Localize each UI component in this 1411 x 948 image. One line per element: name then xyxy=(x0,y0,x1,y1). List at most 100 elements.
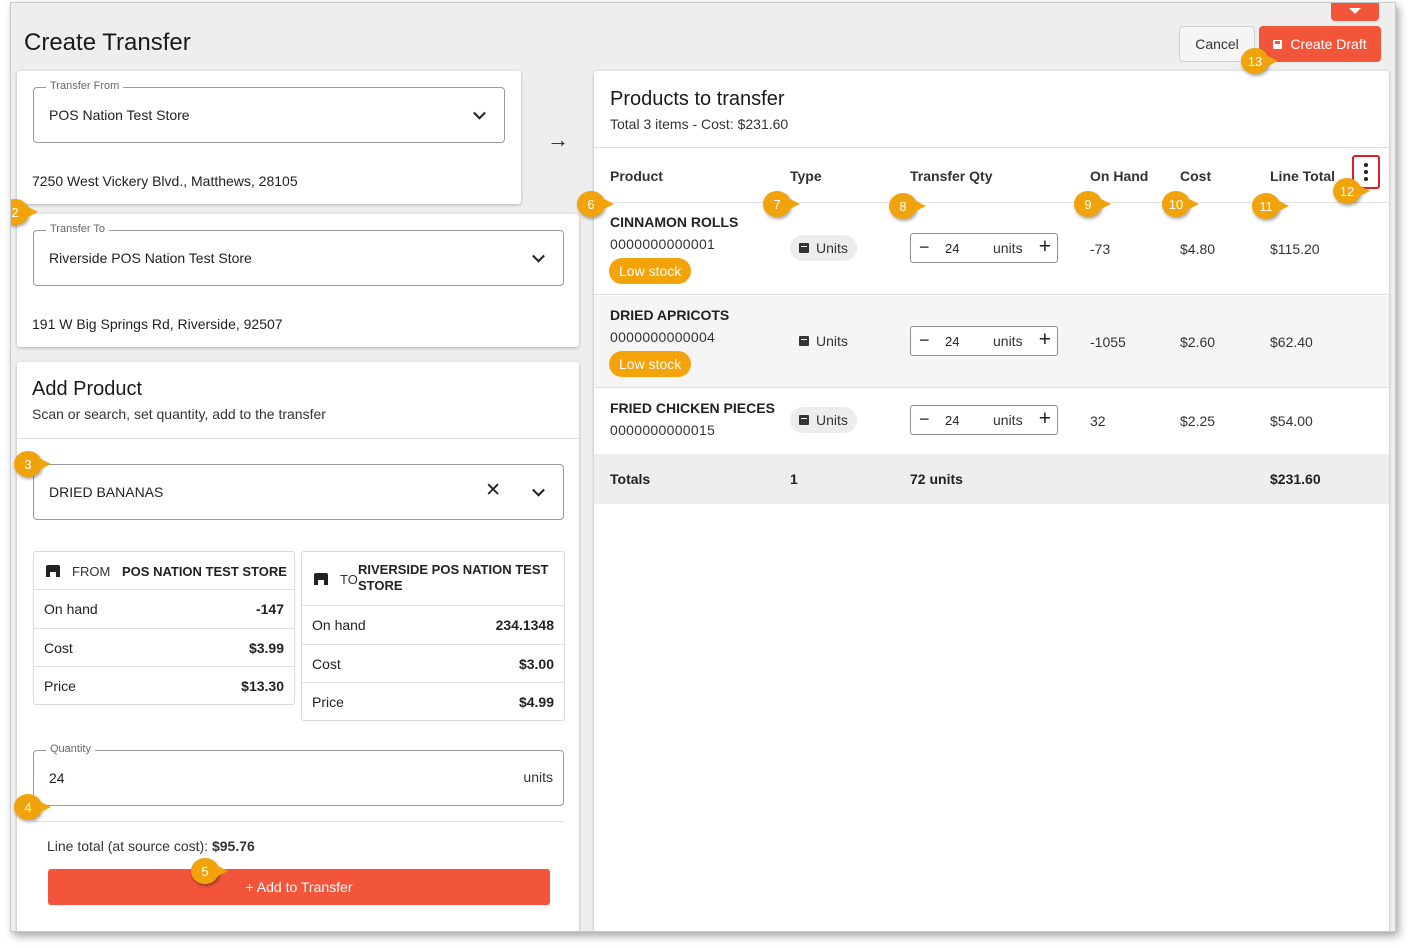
type-label: Units xyxy=(816,333,848,349)
to-direction-label: TO xyxy=(340,572,358,587)
to-onhand-row: On hand 234.1348 xyxy=(302,606,564,644)
chevron-down-icon[interactable] xyxy=(532,483,545,497)
plus-icon[interactable]: + xyxy=(1039,407,1051,431)
stat-label: Price xyxy=(44,677,76,694)
quantity-value: 24 xyxy=(49,770,65,786)
clear-icon[interactable]: ✕ xyxy=(485,479,501,502)
stat-label: Cost xyxy=(44,639,73,656)
table-row[interactable]: DRIED APRICOTS 0000000000004 Low stock U… xyxy=(594,296,1389,388)
save-icon xyxy=(1273,39,1283,49)
product-name: FRIED CHICKEN PIECES xyxy=(610,400,775,416)
add-product-subtitle: Scan or search, set quantity, add to the… xyxy=(32,406,326,422)
cost-value: $2.25 xyxy=(1180,413,1216,429)
stat-label: On hand xyxy=(312,617,366,633)
plus-icon[interactable]: + xyxy=(1039,235,1051,259)
minus-icon[interactable]: − xyxy=(919,409,930,430)
transfer-from-label: Transfer From xyxy=(46,80,124,92)
add-product-title: Add Product xyxy=(32,378,143,400)
table-row[interactable]: FRIED CHICKEN PIECES 0000000000015 Units… xyxy=(594,389,1389,453)
dot xyxy=(1364,177,1368,181)
quantity-unit: units xyxy=(523,769,553,785)
products-title: Products to transfer xyxy=(610,88,785,110)
column-header-line-total[interactable]: Line Total xyxy=(1270,168,1335,184)
to-cost-row: Cost $3.00 xyxy=(302,644,564,682)
add-to-transfer-button[interactable]: + Add to Transfer xyxy=(48,869,550,905)
callout-10: 10 xyxy=(1162,191,1190,217)
product-sku: 0000000000001 xyxy=(610,236,716,252)
type-chip: Units xyxy=(790,235,857,261)
callout-13: 13 xyxy=(1241,48,1269,74)
quantity-stepper[interactable]: − 24 units + xyxy=(910,326,1058,356)
transfer-from-value: POS Nation Test Store xyxy=(49,107,190,123)
low-stock-badge: Low stock xyxy=(609,351,692,377)
quantity-label: Quantity xyxy=(46,743,95,755)
transfer-to-select[interactable]: Transfer To Riverside POS Nation Test St… xyxy=(33,223,564,286)
add-product-card: Add Product Scan or search, set quantity… xyxy=(17,362,579,931)
stat-label: Cost xyxy=(312,655,341,672)
qty-unit: units xyxy=(993,333,1023,349)
column-header-type[interactable]: Type xyxy=(790,168,822,184)
top-dropdown-button[interactable] xyxy=(1331,3,1379,21)
from-direction-label: FROM xyxy=(72,564,111,579)
arrow-right-icon: → xyxy=(547,127,569,152)
totals-line-total: $231.60 xyxy=(1270,471,1321,487)
type-chip: Units xyxy=(790,328,857,354)
plus-icon[interactable]: + xyxy=(1039,328,1051,352)
callout-5: 5 xyxy=(191,858,219,884)
callout-7: 7 xyxy=(763,191,791,217)
stat-value: $3.00 xyxy=(518,655,554,672)
divider xyxy=(17,438,579,439)
product-name: DRIED APRICOTS xyxy=(610,307,730,323)
box-icon xyxy=(799,336,809,346)
type-label: Units xyxy=(816,240,848,256)
line-total-value: $62.40 xyxy=(1270,334,1313,350)
callout-12: 12 xyxy=(1333,178,1361,204)
totals-label: Totals xyxy=(610,471,651,487)
qty-unit: units xyxy=(993,240,1023,256)
qty-value[interactable]: 24 xyxy=(945,334,959,349)
callout-4: 4 xyxy=(14,794,42,820)
stat-value: $4.99 xyxy=(518,693,554,710)
transfer-to-address: 191 W Big Springs Rd, Riverside, 92507 xyxy=(32,316,283,332)
to-store-card: TO RIVERSIDE POS NATION TEST STORE On ha… xyxy=(301,551,565,721)
transfer-to-card: Transfer To Riverside POS Nation Test St… xyxy=(17,214,579,347)
page-title: Create Transfer xyxy=(24,29,191,56)
to-store-header: TO RIVERSIDE POS NATION TEST STORE xyxy=(302,552,564,606)
totals-row: Totals 1 72 units $231.60 xyxy=(594,454,1389,504)
line-total-label: Line total (at source cost): xyxy=(47,838,209,854)
qty-value[interactable]: 24 xyxy=(945,413,959,428)
on-hand-value: 32 xyxy=(1090,413,1106,429)
column-header-on-hand[interactable]: On Hand xyxy=(1090,168,1148,184)
transfer-to-value: Riverside POS Nation Test Store xyxy=(49,250,252,266)
store-icon xyxy=(46,565,60,577)
totals-qty: 72 units xyxy=(910,471,963,487)
store-icon xyxy=(314,573,328,585)
from-price-row: Price $13.30 xyxy=(34,666,294,704)
quantity-field[interactable]: Quantity 24 units xyxy=(33,743,564,806)
box-icon xyxy=(799,243,809,253)
product-search-select[interactable]: DRIED BANANAS ✕ xyxy=(33,464,564,520)
callout-9: 9 xyxy=(1074,191,1102,217)
quantity-stepper[interactable]: − 24 units + xyxy=(910,233,1058,263)
minus-icon[interactable]: − xyxy=(919,330,930,351)
from-cost-row: Cost $3.99 xyxy=(34,628,294,666)
type-label: Units xyxy=(816,412,848,428)
quantity-stepper[interactable]: − 24 units + xyxy=(910,405,1058,435)
type-chip: Units xyxy=(790,407,857,433)
stat-label: On hand xyxy=(44,601,98,617)
product-name: CINNAMON ROLLS xyxy=(610,214,739,230)
column-header-transfer-qty[interactable]: Transfer Qty xyxy=(910,168,992,184)
column-header-product[interactable]: Product xyxy=(610,168,663,184)
chevron-down-icon[interactable] xyxy=(473,106,486,120)
transfer-from-select[interactable]: Transfer From POS Nation Test Store xyxy=(33,80,505,143)
transfer-from-address: 7250 West Vickery Blvd., Matthews, 28105 xyxy=(32,173,298,189)
chevron-down-icon[interactable] xyxy=(532,249,545,263)
totals-type: 1 xyxy=(790,471,798,487)
qty-value[interactable]: 24 xyxy=(945,241,959,256)
stat-value: -147 xyxy=(255,601,284,617)
callout-6: 6 xyxy=(577,191,605,217)
product-sku: 0000000000004 xyxy=(610,329,716,345)
minus-icon[interactable]: − xyxy=(919,237,930,258)
from-store-name: POS NATION TEST STORE xyxy=(122,564,287,579)
column-header-cost[interactable]: Cost xyxy=(1180,168,1211,184)
